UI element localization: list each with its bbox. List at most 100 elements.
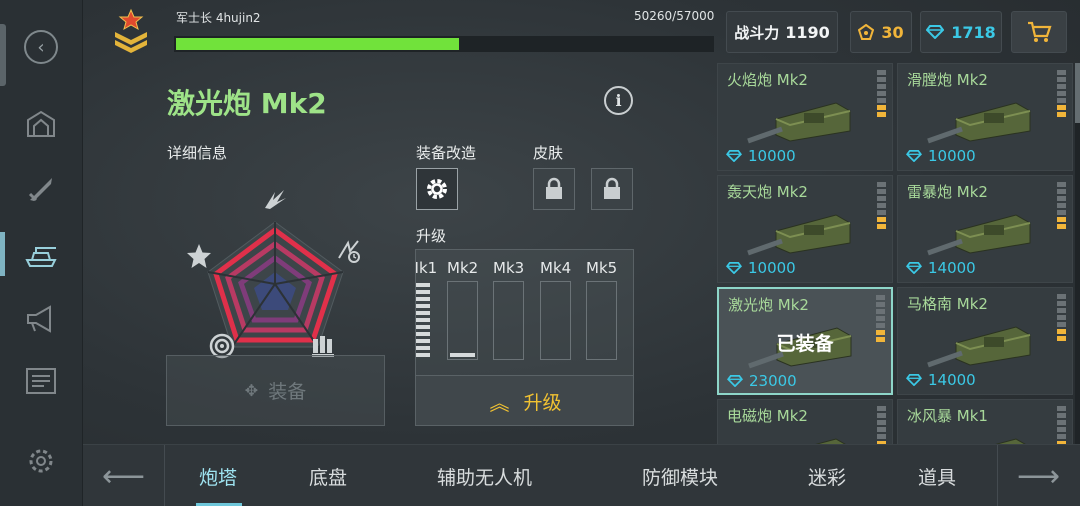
mk2-label: Mk2 xyxy=(447,259,479,277)
xp-text: 50260/57000 xyxy=(634,9,715,23)
tab-supplies[interactable]: 道具 xyxy=(918,463,956,490)
mk4-progress-column xyxy=(540,281,571,360)
crystals-display[interactable]: 1718 xyxy=(920,11,1002,53)
upgrade-panel: Mk1 Mk2 Mk3 Mk4 Mk5 ︽ 升级 xyxy=(415,249,634,426)
turret-thumbnail-icon xyxy=(927,326,1031,368)
crystal-icon xyxy=(906,262,922,274)
turret-item-price-value: 10000 xyxy=(748,259,796,277)
lock-icon xyxy=(604,177,620,199)
mk3-progress-column xyxy=(493,281,524,360)
turret-item[interactable]: 雷暴炮 Mk2 14000 xyxy=(897,175,1073,283)
cart-icon xyxy=(1028,21,1052,42)
turret-list-scrollbar[interactable] xyxy=(1075,63,1080,444)
crystal-icon xyxy=(906,374,922,386)
scrollbar-thumb[interactable] xyxy=(1075,63,1080,123)
turret-item-name: 雷暴炮 Mk2 xyxy=(907,183,988,201)
turret-item[interactable]: 滑膛炮 Mk2 10000 xyxy=(897,63,1073,171)
turret-list: 火焰炮 Mk2 10000 滑膛炮 Mk2 10000 轰天炮 Mk2 10000 雷暴炮 … xyxy=(717,63,1075,444)
turret-item[interactable]: 冰风暴 Mk1 xyxy=(897,399,1073,444)
tab-turrets[interactable]: 炮塔 xyxy=(199,463,237,490)
gear-icon xyxy=(427,179,447,199)
turret-item-price-value: 14000 xyxy=(928,371,976,389)
upgrade-button[interactable]: ︽ 升级 xyxy=(416,375,633,425)
turret-item-price: 10000 xyxy=(726,259,796,277)
crystal-icon xyxy=(727,375,743,387)
turret-item-price-value: 14000 xyxy=(928,259,976,277)
turret-item-name: 电磁炮 Mk2 xyxy=(727,407,808,425)
mk1-label: Mk1 xyxy=(416,259,438,277)
stars-value: 30 xyxy=(881,22,904,42)
turret-item-level-bars xyxy=(877,406,886,444)
garage-icon[interactable] xyxy=(22,106,60,144)
turret-item-level-bars xyxy=(1057,406,1066,444)
xp-progress-fill xyxy=(175,37,460,51)
details-label: 详细信息 xyxy=(167,144,228,162)
turret-item-price: 23000 xyxy=(727,372,797,390)
turret-item-price-value: 23000 xyxy=(749,372,797,390)
gamepad-icon: ✥ xyxy=(244,381,259,400)
turret-item-price: 14000 xyxy=(906,371,976,389)
shop-cart-button[interactable] xyxy=(1011,11,1067,53)
settings-icon[interactable] xyxy=(22,442,60,480)
tank-icon[interactable] xyxy=(22,236,60,274)
next-category-arrow[interactable]: ⟶ xyxy=(997,445,1079,506)
turret-thumbnail-icon xyxy=(747,102,851,144)
turret-item-name: 激光炮 Mk2 xyxy=(728,296,809,314)
rank-insignia-icon xyxy=(115,8,147,53)
equip-button[interactable]: ✥ 装备 xyxy=(166,355,385,426)
combat-power-value: 1190 xyxy=(785,22,830,42)
upgrade-button-label: 升级 xyxy=(523,392,562,414)
mk1-progress-column xyxy=(416,283,430,357)
xp-progress-bar xyxy=(174,36,714,52)
tab-protection-modules[interactable]: 防御模块 xyxy=(642,463,718,490)
turret-item-price: 14000 xyxy=(906,259,976,277)
turret-item-level-bars xyxy=(1057,70,1066,119)
turret-item[interactable]: 马格南 Mk2 14000 xyxy=(897,287,1073,395)
modification-button[interactable] xyxy=(416,168,458,210)
turret-item-level-bars xyxy=(1057,182,1066,231)
skin-slot-1[interactable] xyxy=(533,168,575,210)
turret-item-level-bars xyxy=(1057,294,1066,343)
megaphone-icon[interactable] xyxy=(22,300,60,338)
rail-indicator xyxy=(0,24,6,86)
turret-item[interactable]: 激光炮 Mk2 已装备 23000 xyxy=(717,287,893,395)
tab-hulls[interactable]: 底盘 xyxy=(309,463,347,490)
crystal-icon xyxy=(906,150,922,162)
mk3-label: Mk3 xyxy=(493,259,525,277)
lock-icon xyxy=(546,177,562,199)
turret-item[interactable]: 火焰炮 Mk2 10000 xyxy=(717,63,893,171)
mk2-progress-column xyxy=(447,281,478,360)
left-rail: ‹ xyxy=(0,0,83,506)
turret-thumbnail-icon xyxy=(927,102,1031,144)
turret-thumbnail-icon xyxy=(995,438,1026,444)
turret-item-level-bars xyxy=(877,70,886,119)
missile-icon[interactable] xyxy=(22,170,60,208)
tab-paints[interactable]: 迷彩 xyxy=(808,463,846,490)
weapon-title: 激光炮 Mk2 xyxy=(167,87,327,120)
turret-item-price: 10000 xyxy=(906,147,976,165)
turret-thumbnail-icon xyxy=(815,438,846,444)
crystal-icon xyxy=(726,262,742,274)
skin-slot-2[interactable] xyxy=(591,168,633,210)
turret-thumbnail-icon xyxy=(747,214,851,256)
damage-icon xyxy=(265,190,286,209)
turret-item[interactable]: 电磁炮 Mk2 xyxy=(717,399,893,444)
back-button[interactable]: ‹ xyxy=(24,30,58,64)
turret-item[interactable]: 轰天炮 Mk2 10000 xyxy=(717,175,893,283)
turret-item-name: 轰天炮 Mk2 xyxy=(727,183,808,201)
news-icon[interactable] xyxy=(22,362,60,400)
info-icon[interactable]: i xyxy=(604,86,633,115)
stars-display[interactable]: 30 xyxy=(850,11,912,53)
turret-item-level-bars xyxy=(877,182,886,231)
star-pentagon-icon xyxy=(858,24,875,40)
prev-category-arrow[interactable]: ⟵ xyxy=(83,445,165,506)
turret-item-name: 滑膛炮 Mk2 xyxy=(907,71,988,89)
star-icon xyxy=(187,244,211,268)
player-name: 军士长 4hujin2 xyxy=(176,11,261,25)
turret-item-price-value: 10000 xyxy=(748,147,796,165)
tab-drones[interactable]: 辅助无人机 xyxy=(437,463,532,490)
mk5-progress-column xyxy=(586,281,617,360)
equipped-label: 已装备 xyxy=(776,333,834,355)
chevron-left-icon: ‹ xyxy=(37,36,45,58)
crystals-value: 1718 xyxy=(951,22,996,42)
